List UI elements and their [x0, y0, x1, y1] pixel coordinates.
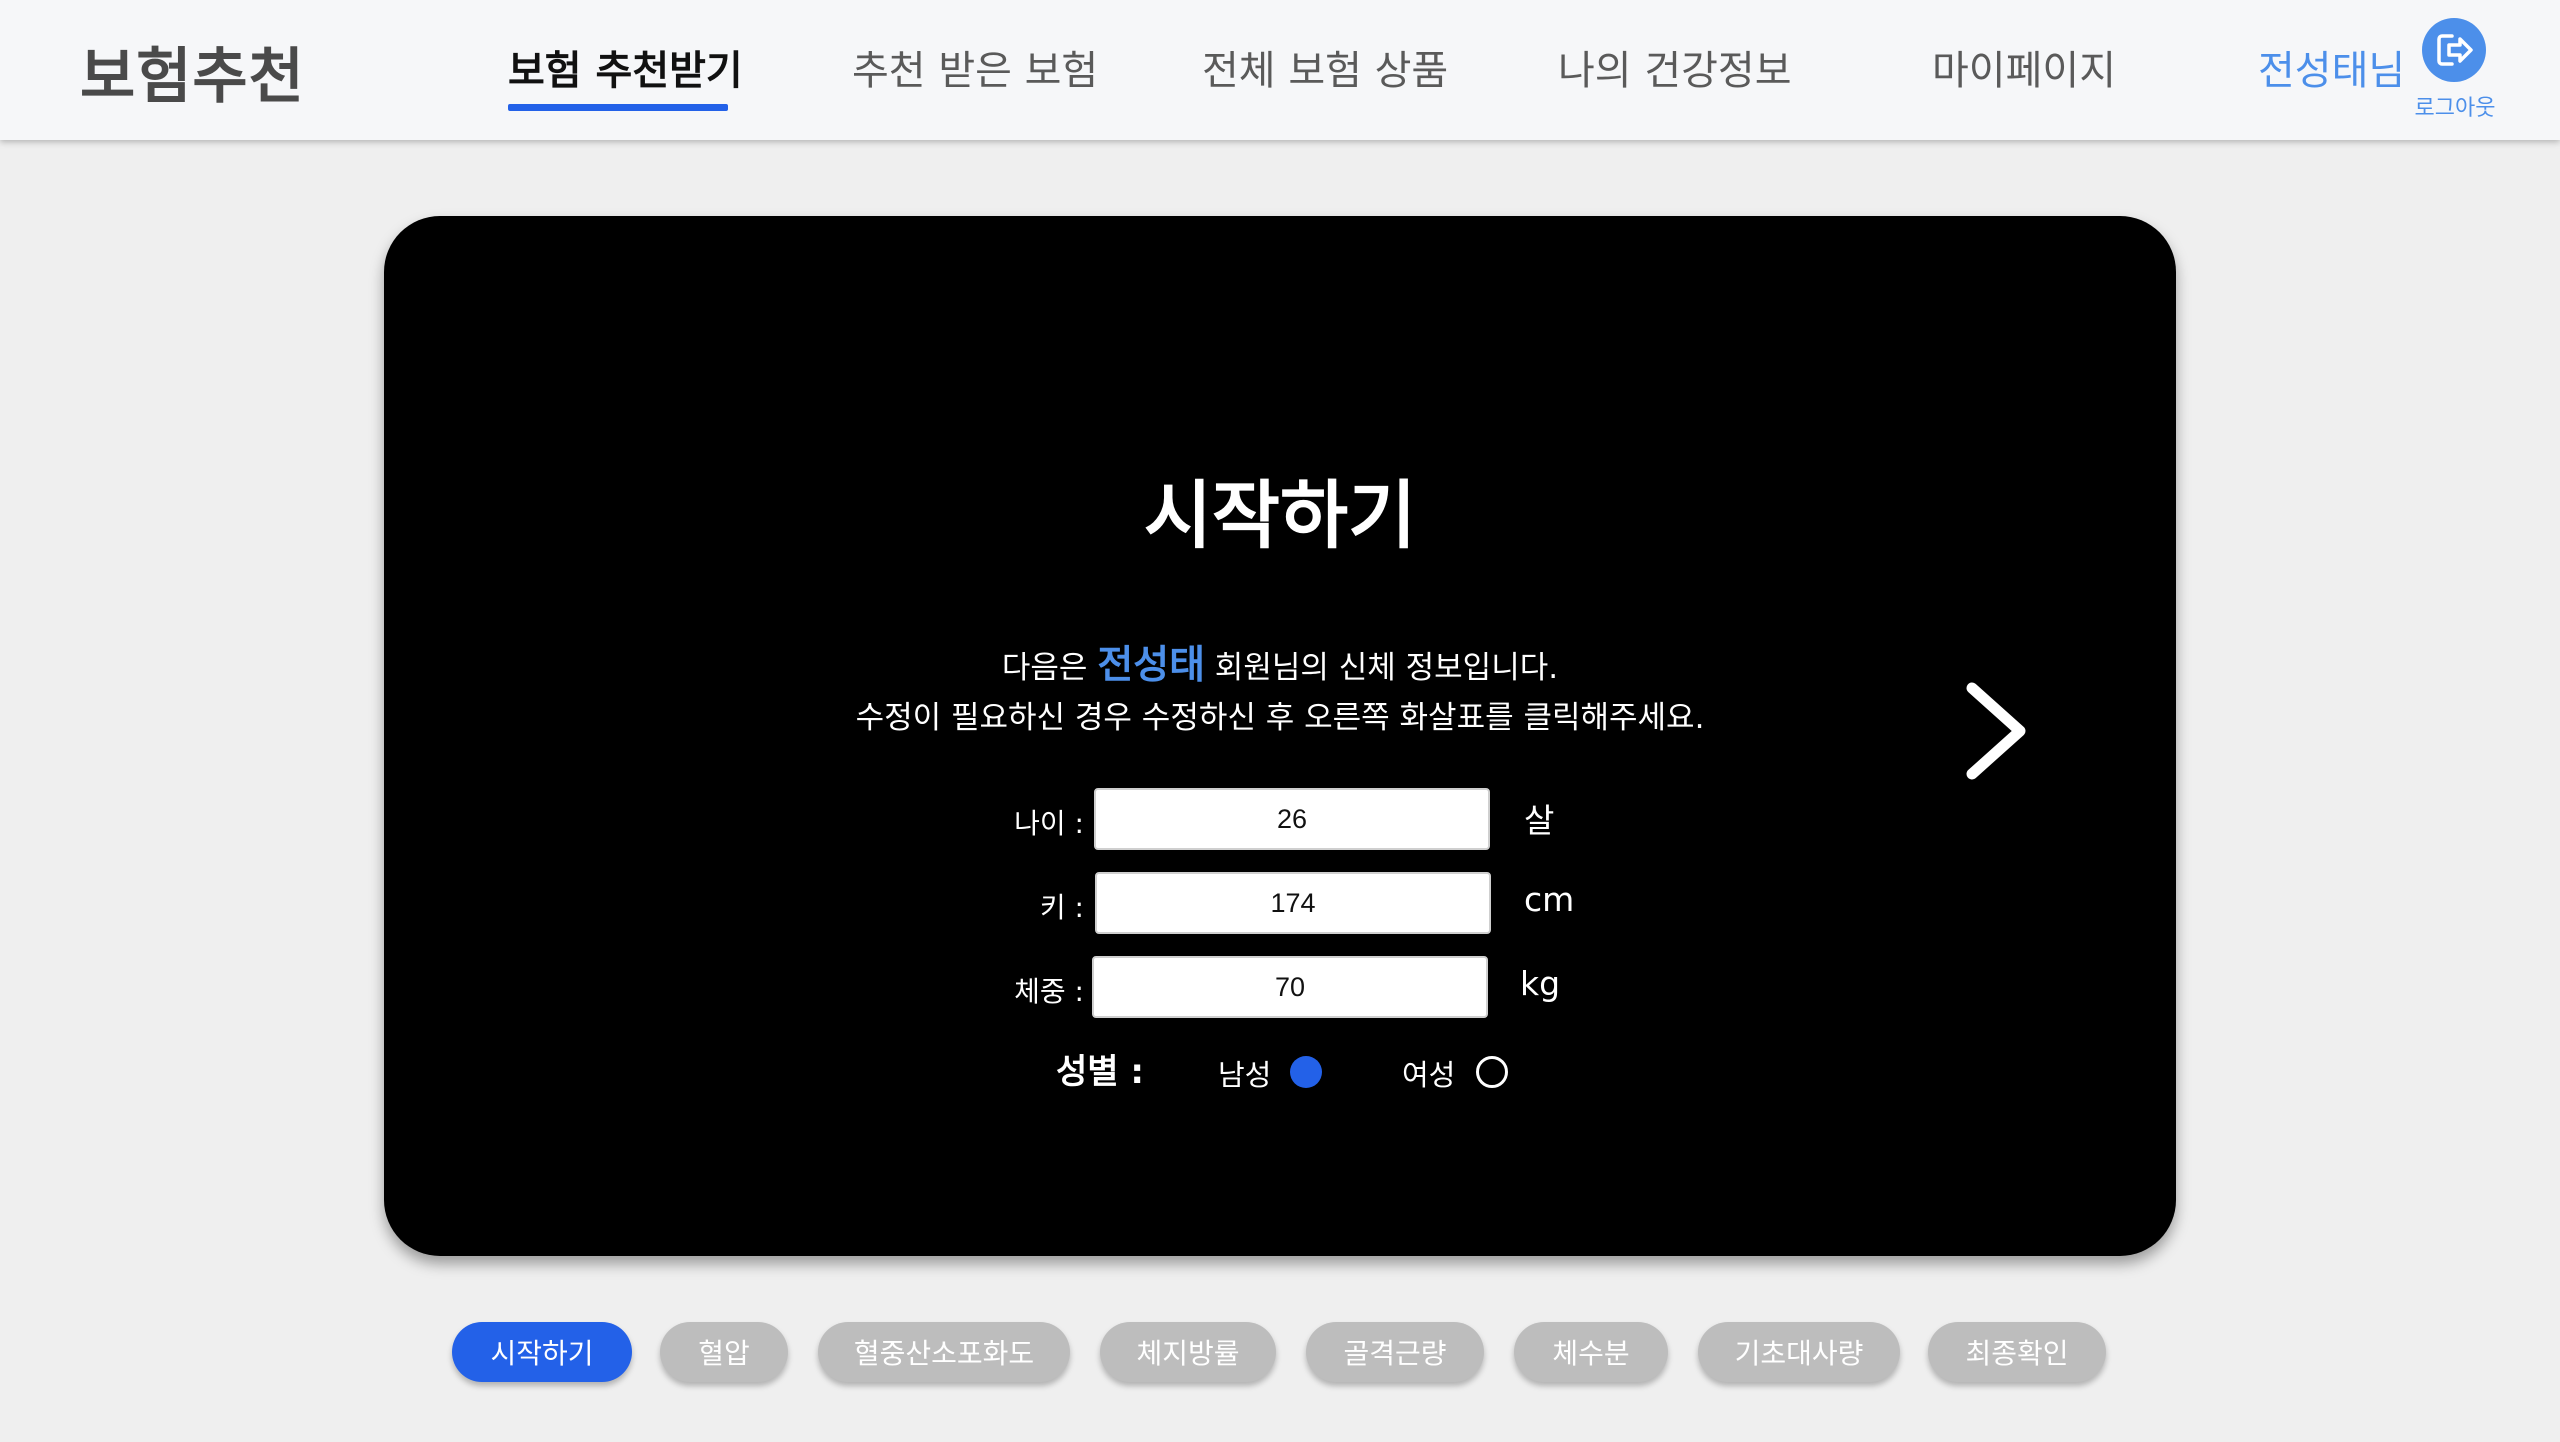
- female-radio[interactable]: [1476, 1056, 1508, 1088]
- nav-item-mypage[interactable]: 마이페이지: [1932, 38, 2116, 96]
- start-card: 시작하기 다음은 전성태 회원님의 신체 정보입니다. 수정이 필요하신 경우 …: [384, 216, 2176, 1256]
- desc-suffix: 회원님의 신체 정보입니다.: [1204, 650, 1559, 686]
- age-label: 나이 :: [1014, 807, 1084, 840]
- age-unit: 살: [1524, 801, 1555, 840]
- step-start[interactable]: 시작하기: [452, 1322, 632, 1382]
- top-navigation-bar: 보험추천 보험 추천받기 추천 받은 보험 전체 보험 상품 나의 건강정보 마…: [0, 0, 2560, 140]
- nav-item-recommended-insurance[interactable]: 추천 받은 보험: [852, 38, 1098, 96]
- step-blood-pressure[interactable]: 혈압: [660, 1322, 788, 1382]
- gender-label: 성별 :: [1056, 1052, 1144, 1092]
- desc-prefix: 다음은: [1001, 650, 1098, 686]
- height-input[interactable]: [1095, 872, 1491, 934]
- female-label[interactable]: 여성: [1402, 1052, 1455, 1094]
- step-oxygen-saturation[interactable]: 혈중산소포화도: [818, 1322, 1070, 1382]
- card-description-line2: 수정이 필요하신 경우 수정하신 후 오른쪽 화살표를 클릭해주세요.: [855, 700, 1705, 736]
- male-radio[interactable]: [1290, 1056, 1322, 1088]
- step-body-fat[interactable]: 체지방률: [1100, 1322, 1276, 1382]
- step-basal-metabolism[interactable]: 기초대사량: [1698, 1322, 1900, 1382]
- weight-label: 체중 :: [1014, 975, 1084, 1008]
- nav-item-health-info[interactable]: 나의 건강정보: [1558, 38, 1792, 96]
- nav-item-recommend[interactable]: 보험 추천받기: [508, 38, 743, 96]
- chevron-right-icon[interactable]: [1954, 676, 2034, 786]
- weight-unit: kg: [1520, 964, 1561, 1003]
- user-name: 전성태님: [2258, 48, 2406, 94]
- weight-input[interactable]: [1092, 956, 1488, 1018]
- age-input[interactable]: [1094, 788, 1490, 850]
- height-unit: cm: [1524, 880, 1575, 919]
- card-description-line1: 다음은 전성태 회원님의 신체 정보입니다.: [384, 634, 2176, 690]
- member-name: 전성태: [1097, 643, 1205, 688]
- step-final-check[interactable]: 최종확인: [1928, 1322, 2106, 1382]
- height-label: 키 :: [1039, 891, 1084, 924]
- nav-item-all-products[interactable]: 전체 보험 상품: [1202, 38, 1448, 96]
- nav-active-indicator: [508, 104, 728, 111]
- logout-button[interactable]: 로그아웃: [2410, 18, 2500, 122]
- step-muscle-mass[interactable]: 골격근량: [1306, 1322, 1484, 1382]
- card-title: 시작하기: [1143, 473, 1417, 559]
- logout-icon[interactable]: [2422, 18, 2486, 82]
- step-body-water[interactable]: 체수분: [1514, 1322, 1668, 1382]
- logout-label[interactable]: 로그아웃: [2410, 90, 2500, 122]
- brand-logo[interactable]: 보험추천: [80, 28, 305, 115]
- male-label[interactable]: 남성: [1218, 1052, 1271, 1094]
